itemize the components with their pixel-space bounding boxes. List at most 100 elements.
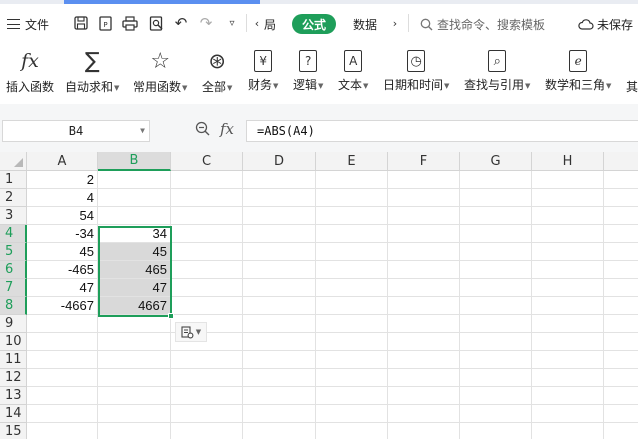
- cell-d11[interactable]: [243, 351, 316, 369]
- cell-h11[interactable]: [532, 351, 604, 369]
- tab-scroll-left-icon[interactable]: ‹: [251, 12, 263, 34]
- autosum-button[interactable]: ∑ 自动求和▼: [65, 46, 119, 104]
- cell-f4[interactable]: [388, 225, 460, 243]
- cell-h12[interactable]: [532, 369, 604, 387]
- cell-d14[interactable]: [243, 405, 316, 423]
- cell-h1[interactable]: [532, 171, 604, 189]
- cell-g11[interactable]: [460, 351, 532, 369]
- cell-f13[interactable]: [388, 387, 460, 405]
- command-search[interactable]: 查找命令、搜索模板: [420, 14, 545, 34]
- cell-h7[interactable]: [532, 279, 604, 297]
- cell-g13[interactable]: [460, 387, 532, 405]
- cell-d15[interactable]: [243, 423, 316, 439]
- cell-d6[interactable]: [243, 261, 316, 279]
- cell-extra12[interactable]: [604, 369, 638, 387]
- cell-f5[interactable]: [388, 243, 460, 261]
- name-box[interactable]: B4 ▼: [2, 120, 150, 142]
- cell-f15[interactable]: [388, 423, 460, 439]
- cell-c1[interactable]: [171, 171, 243, 189]
- cell-b15[interactable]: [98, 423, 171, 439]
- column-header-e[interactable]: E: [316, 152, 388, 171]
- cell-c15[interactable]: [171, 423, 243, 439]
- lookup-functions-button[interactable]: ⌕ 查找与引用▼: [464, 46, 530, 104]
- row-header-4[interactable]: 4: [0, 225, 27, 243]
- column-header-g[interactable]: G: [460, 152, 532, 171]
- cell-extra14[interactable]: [604, 405, 638, 423]
- cell-d4[interactable]: [243, 225, 316, 243]
- cell-e1[interactable]: [316, 171, 388, 189]
- datetime-functions-button[interactable]: ◷ 日期和时间▼: [383, 46, 449, 104]
- cell-c4[interactable]: [171, 225, 243, 243]
- cell-h15[interactable]: [532, 423, 604, 439]
- cell-g5[interactable]: [460, 243, 532, 261]
- cell-e14[interactable]: [316, 405, 388, 423]
- cell-a1[interactable]: 2: [27, 171, 98, 189]
- cell-e5[interactable]: [316, 243, 388, 261]
- row-header-8[interactable]: 8: [0, 297, 27, 315]
- logic-functions-button[interactable]: ? 逻辑▼: [293, 46, 323, 104]
- cell-e12[interactable]: [316, 369, 388, 387]
- cell-extra7[interactable]: [604, 279, 638, 297]
- cell-e10[interactable]: [316, 333, 388, 351]
- cell-a9[interactable]: [27, 315, 98, 333]
- cell-c6[interactable]: [171, 261, 243, 279]
- cell-b7[interactable]: 47: [98, 279, 171, 297]
- tab-scroll-right-icon[interactable]: ›: [388, 12, 402, 34]
- cell-c2[interactable]: [171, 189, 243, 207]
- formula-input[interactable]: =ABS(A4): [246, 120, 638, 142]
- cell-extra15[interactable]: [604, 423, 638, 439]
- row-header-5[interactable]: 5: [0, 243, 27, 261]
- text-functions-button[interactable]: A 文本▼: [338, 46, 368, 104]
- cell-a11[interactable]: [27, 351, 98, 369]
- column-header-c[interactable]: C: [171, 152, 243, 171]
- export-pdf-icon[interactable]: P: [94, 12, 116, 34]
- cell-extra2[interactable]: [604, 189, 638, 207]
- cell-extra11[interactable]: [604, 351, 638, 369]
- cell-a14[interactable]: [27, 405, 98, 423]
- cell-g12[interactable]: [460, 369, 532, 387]
- cell-h3[interactable]: [532, 207, 604, 225]
- cell-g3[interactable]: [460, 207, 532, 225]
- cell-g15[interactable]: [460, 423, 532, 439]
- column-header-b[interactable]: B: [98, 152, 171, 171]
- cell-c12[interactable]: [171, 369, 243, 387]
- undo-icon[interactable]: ↶: [170, 12, 192, 34]
- row-header-10[interactable]: 10: [0, 333, 27, 351]
- cell-d5[interactable]: [243, 243, 316, 261]
- cell-f7[interactable]: [388, 279, 460, 297]
- cell-e7[interactable]: [316, 279, 388, 297]
- cell-e2[interactable]: [316, 189, 388, 207]
- cell-e13[interactable]: [316, 387, 388, 405]
- column-header-h[interactable]: H: [532, 152, 604, 171]
- quick-access-dropdown-icon[interactable]: ▿: [221, 12, 243, 34]
- cell-b6[interactable]: 465: [98, 261, 171, 279]
- cell-c14[interactable]: [171, 405, 243, 423]
- row-header-1[interactable]: 1: [0, 171, 27, 189]
- cell-e6[interactable]: [316, 261, 388, 279]
- cell-a15[interactable]: [27, 423, 98, 439]
- tab-formulas[interactable]: 公式: [292, 14, 337, 34]
- cell-c11[interactable]: [171, 351, 243, 369]
- cell-c13[interactable]: [171, 387, 243, 405]
- cell-f3[interactable]: [388, 207, 460, 225]
- cell-b4[interactable]: 34: [98, 225, 171, 243]
- cell-c3[interactable]: [171, 207, 243, 225]
- cell-extra8[interactable]: [604, 297, 638, 315]
- cell-f10[interactable]: [388, 333, 460, 351]
- cell-a2[interactable]: 4: [27, 189, 98, 207]
- cell-b5[interactable]: 45: [98, 243, 171, 261]
- cell-e3[interactable]: [316, 207, 388, 225]
- cell-g1[interactable]: [460, 171, 532, 189]
- cell-a4[interactable]: -34: [27, 225, 98, 243]
- insert-function-icon[interactable]: fx: [220, 120, 234, 138]
- cell-d2[interactable]: [243, 189, 316, 207]
- save-icon[interactable]: [70, 12, 92, 34]
- cell-b9[interactable]: [98, 315, 171, 333]
- cell-d3[interactable]: [243, 207, 316, 225]
- row-header-3[interactable]: 3: [0, 207, 27, 225]
- spreadsheet-grid[interactable]: A B C D E F G H 1 2 2 4 3 54 4 -34 34 5 45 45 6 -465 465 7 47 47 8…: [0, 152, 638, 439]
- cell-b12[interactable]: [98, 369, 171, 387]
- cell-d1[interactable]: [243, 171, 316, 189]
- cell-h2[interactable]: [532, 189, 604, 207]
- cell-extra10[interactable]: [604, 333, 638, 351]
